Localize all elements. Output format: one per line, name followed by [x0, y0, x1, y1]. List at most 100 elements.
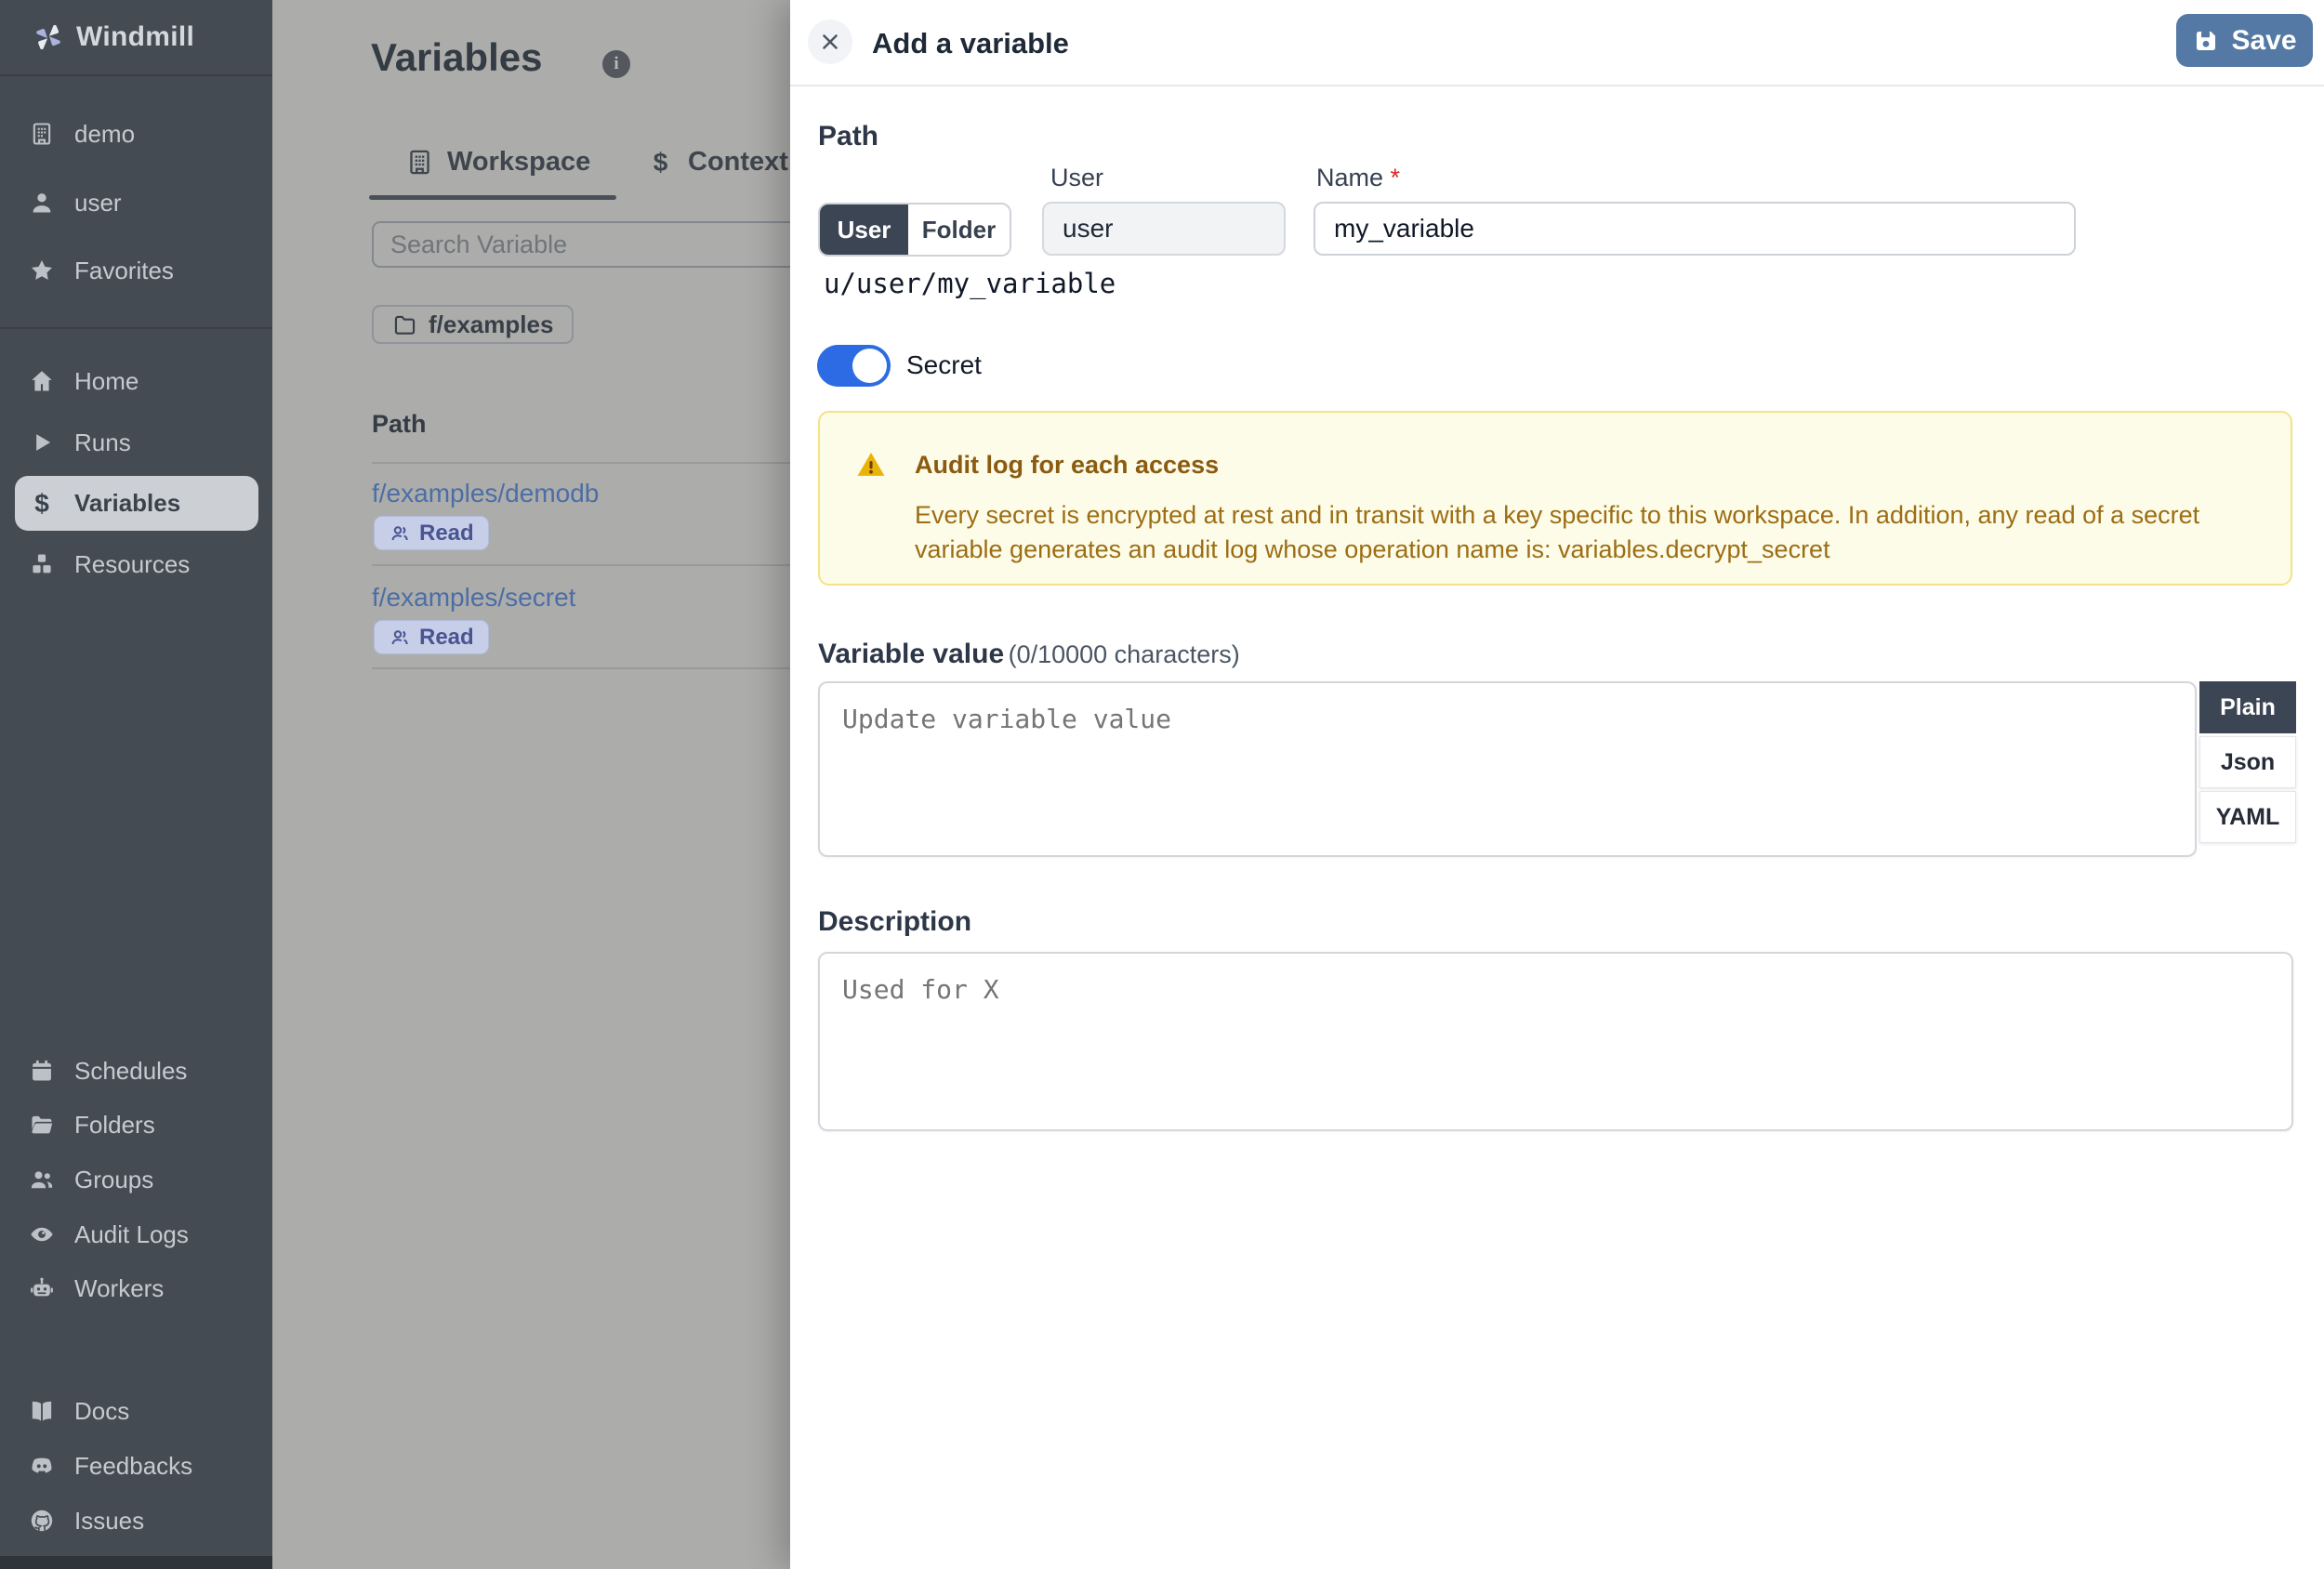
- name-field-label: Name *: [1316, 164, 1400, 192]
- sidebar-item-label: Issues: [74, 1506, 145, 1535]
- close-button[interactable]: [808, 20, 852, 64]
- sidebar-bottom-strip: [0, 1556, 272, 1569]
- path-column-header: Path: [372, 410, 427, 438]
- sidebar-item-issues[interactable]: Issues: [0, 1494, 272, 1548]
- search-input[interactable]: Search Variable: [372, 221, 801, 268]
- sidebar-item-label: demo: [74, 119, 136, 148]
- sidebar-item-user[interactable]: user: [0, 176, 272, 230]
- sidebar-item-variables[interactable]: $ Variables: [15, 476, 258, 531]
- row-divider: [372, 462, 790, 464]
- sidebar-item-docs[interactable]: Docs: [0, 1384, 272, 1438]
- dollar-icon: $: [653, 147, 668, 177]
- warning-title: Audit log for each access: [915, 451, 1220, 479]
- sidebar-item-favorites[interactable]: Favorites: [0, 244, 272, 297]
- sidebar-item-groups[interactable]: Groups: [0, 1153, 272, 1206]
- windmill-logo-icon: [36, 24, 60, 50]
- variable-value-textarea[interactable]: [818, 681, 2197, 857]
- tab-context[interactable]: $ Context: [646, 147, 788, 178]
- windmill-logo-text: Windmill: [76, 21, 195, 52]
- access-badge: Read: [374, 620, 489, 654]
- toggle-knob: [852, 349, 887, 383]
- full-path-preview: u/user/my_variable: [824, 268, 1116, 299]
- sidebar-item-feedbacks[interactable]: Feedbacks: [0, 1439, 272, 1493]
- add-variable-drawer: Add a variable Save Path User Name * Use…: [790, 0, 2324, 1569]
- sidebar-item-workers[interactable]: Workers: [0, 1261, 272, 1315]
- owner-folder-segment[interactable]: Folder: [908, 204, 1010, 255]
- sidebar-item-runs[interactable]: Runs: [0, 415, 272, 469]
- sidebar: Windmill demo user Favorites Home Runs $…: [0, 0, 272, 1569]
- sidebar-item-label: Home: [74, 366, 139, 395]
- save-icon: [2197, 31, 2216, 50]
- description-textarea[interactable]: [818, 952, 2293, 1131]
- warning-body: Every secret is encrypted at rest and in…: [915, 501, 2200, 563]
- search-placeholder: Search Variable: [390, 230, 568, 258]
- folder-chip-label: f/examples: [429, 310, 554, 338]
- variable-name-input[interactable]: [1314, 202, 2076, 256]
- format-tab-yaml[interactable]: YAML: [2199, 791, 2296, 843]
- sidebar-item-label: Favorites: [74, 256, 174, 284]
- calendar-icon: [28, 1057, 56, 1085]
- sidebar-item-label: Workers: [74, 1273, 165, 1302]
- drawer-header-divider: [790, 85, 2324, 86]
- sidebar-item-resources[interactable]: Resources: [0, 537, 272, 591]
- variable-path-link[interactable]: f/examples/demodb: [372, 479, 599, 508]
- warning-icon: [857, 452, 885, 476]
- sidebar-item-label: Folders: [74, 1110, 155, 1139]
- user-input[interactable]: [1042, 202, 1286, 256]
- sidebar-item-label: Feedbacks: [74, 1451, 193, 1480]
- book-icon: [28, 1397, 56, 1425]
- value-section-heading: Variable value (0/10000 characters): [818, 639, 1240, 670]
- variable-path-link[interactable]: f/examples/secret: [372, 583, 575, 613]
- owner-kind-toggle: User Folder: [818, 203, 1011, 257]
- sidebar-item-label: Runs: [74, 428, 131, 456]
- sidebar-item-workspace-demo[interactable]: demo: [0, 107, 272, 161]
- cubes-icon: [28, 550, 56, 578]
- discord-icon: [28, 1452, 56, 1480]
- row-divider: [372, 667, 790, 669]
- home-icon: [28, 367, 56, 395]
- building-icon: [405, 148, 434, 177]
- format-tab-column: Plain Json YAML: [2199, 681, 2296, 846]
- secret-toggle[interactable]: [817, 345, 891, 387]
- tab-context-label: Context: [688, 147, 788, 177]
- info-icon[interactable]: i: [602, 50, 630, 78]
- format-tab-plain[interactable]: Plain: [2199, 681, 2296, 733]
- star-icon: [28, 257, 56, 284]
- windmill-logo[interactable]: Windmill: [0, 0, 272, 76]
- sidebar-item-audit-logs[interactable]: Audit Logs: [0, 1207, 272, 1261]
- owner-user-segment[interactable]: User: [820, 204, 908, 255]
- sidebar-item-label: Docs: [74, 1396, 130, 1425]
- user-field-label: User: [1050, 164, 1104, 191]
- sidebar-item-home[interactable]: Home: [0, 354, 272, 408]
- sidebar-item-folders[interactable]: Folders: [0, 1098, 272, 1152]
- sidebar-item-schedules[interactable]: Schedules: [0, 1044, 272, 1098]
- required-asterisk: *: [1390, 164, 1401, 191]
- audit-warning-box: Audit log for each access Every secret i…: [818, 411, 2292, 586]
- name-label-text: Name: [1316, 164, 1384, 191]
- github-icon: [28, 1507, 56, 1535]
- sidebar-item-label: Audit Logs: [74, 1220, 189, 1248]
- sidebar-divider: [0, 327, 272, 329]
- access-badge-label: Read: [419, 624, 474, 650]
- eye-icon: [28, 1220, 56, 1248]
- row-divider: [372, 564, 790, 566]
- save-button[interactable]: Save: [2176, 14, 2313, 67]
- format-tab-json[interactable]: Json: [2199, 736, 2296, 788]
- folder-open-icon: [28, 1111, 56, 1139]
- path-section-heading: Path: [818, 121, 879, 152]
- active-tab-underline: [369, 195, 616, 200]
- save-button-label: Save: [2231, 24, 2297, 56]
- description-heading: Description: [818, 906, 972, 937]
- user-icon: [28, 189, 56, 217]
- tab-workspace[interactable]: Workspace: [405, 147, 590, 178]
- close-icon: [823, 34, 838, 49]
- sidebar-item-label: Groups: [74, 1165, 154, 1193]
- users-icon: [389, 522, 411, 545]
- folder-filter-chip[interactable]: f/examples: [372, 305, 574, 344]
- users-icon: [389, 626, 411, 649]
- sidebar-item-label: Schedules: [74, 1056, 188, 1085]
- sidebar-item-label: Variables: [74, 489, 181, 517]
- building-icon: [28, 120, 56, 148]
- robot-icon: [28, 1274, 56, 1302]
- char-counter: (0/10000 characters): [1008, 640, 1240, 668]
